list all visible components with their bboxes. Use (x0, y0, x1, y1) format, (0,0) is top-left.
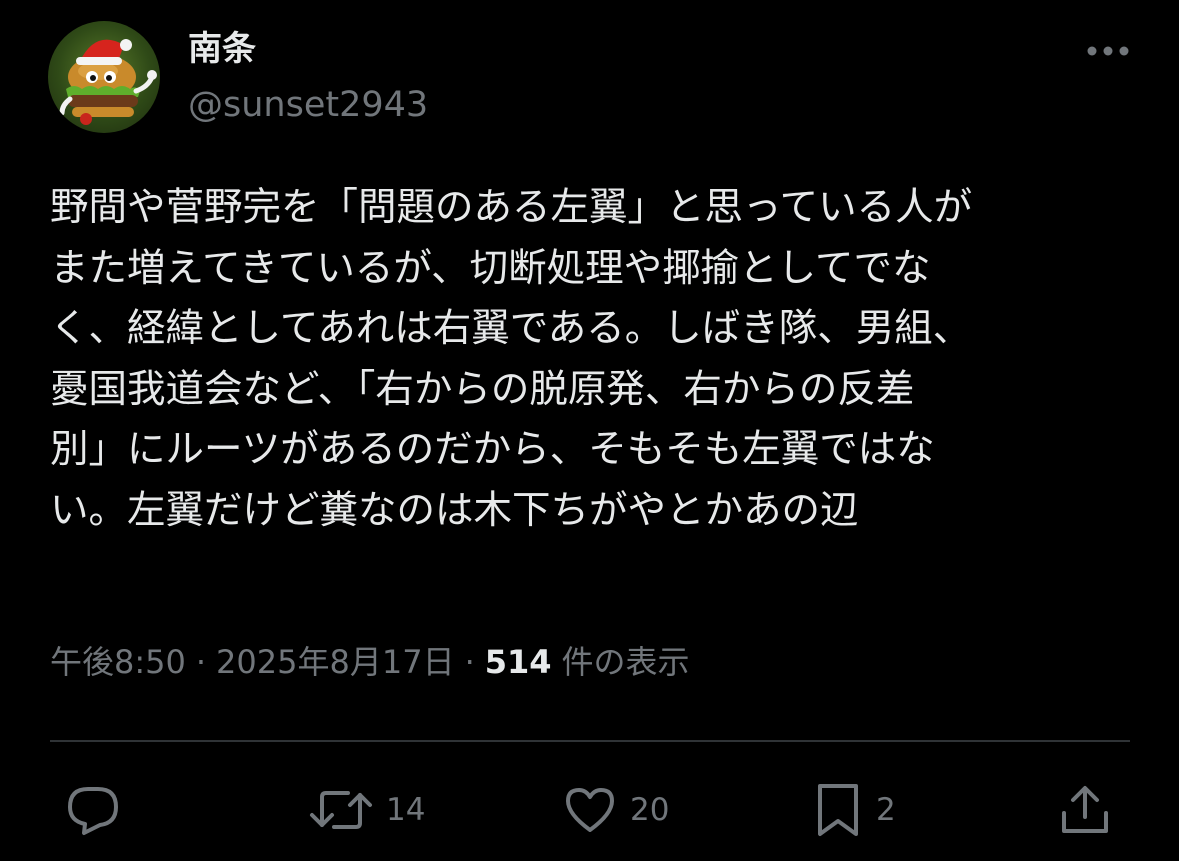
share-button[interactable] (1056, 780, 1114, 840)
separator-dot: · (464, 643, 475, 681)
tweet-metadata: 午後8:50 · 2025年8月17日 · 514 件の表示 (50, 638, 690, 686)
hamburger-character-icon (59, 39, 157, 125)
more-dots-icon (1087, 46, 1129, 56)
bookmark-icon (818, 784, 858, 836)
tweet-text-line: く、経緯としてあれは右翼である。しばき隊、男組、 (50, 306, 972, 352)
tweet-text-line: 別」にルーツがあるのだから、そもそも左翼ではな (50, 427, 935, 473)
display-name[interactable]: 南条 (188, 26, 256, 72)
like-count: 20 (630, 792, 670, 828)
tweet-text-line: 野間や菅野完を「問題のある左翼」と思っている人が (50, 185, 973, 230)
bookmark-count: 2 (876, 792, 896, 828)
tweet-text-line: 憂国我道会など、「右からの脱原発、右からの反差 (50, 366, 915, 412)
tweet-detail: 南条 @sunset2943 野間や菅野完を「問題のある左翼」と思っている人が … (0, 0, 1179, 861)
reply-bubble-icon (68, 787, 118, 835)
heart-icon (566, 788, 614, 832)
share-upload-icon (1062, 786, 1108, 833)
tweet-date[interactable]: 2025年8月17日 (216, 643, 455, 681)
user-handle[interactable]: @sunset2943 (188, 82, 428, 128)
views-label[interactable]: 件の表示 (552, 643, 690, 681)
tweet-time[interactable]: 午後8:50 (50, 643, 186, 681)
reply-button[interactable] (64, 780, 134, 840)
tweet-text: 野間や菅野完を「問題のある左翼」と思っている人が また増えてきているが、切断処理… (50, 178, 1130, 542)
divider (50, 740, 1130, 742)
repost-arrows-icon (310, 791, 372, 829)
repost-button[interactable]: 14 (308, 780, 425, 840)
separator-dot: · (195, 643, 207, 681)
more-options-button[interactable] (1080, 34, 1136, 68)
views-count[interactable]: 514 (485, 643, 552, 681)
repost-count: 14 (386, 792, 426, 828)
avatar[interactable] (48, 21, 160, 133)
tweet-text-line: い。左翼だけど糞なのは木下ちがやとかあの辺 (50, 487, 859, 533)
bookmark-button[interactable]: 2 (812, 780, 896, 840)
tweet-text-line: また増えてきているが、切断処理や揶揄としてでな (50, 245, 931, 291)
like-button[interactable]: 20 (562, 780, 669, 840)
